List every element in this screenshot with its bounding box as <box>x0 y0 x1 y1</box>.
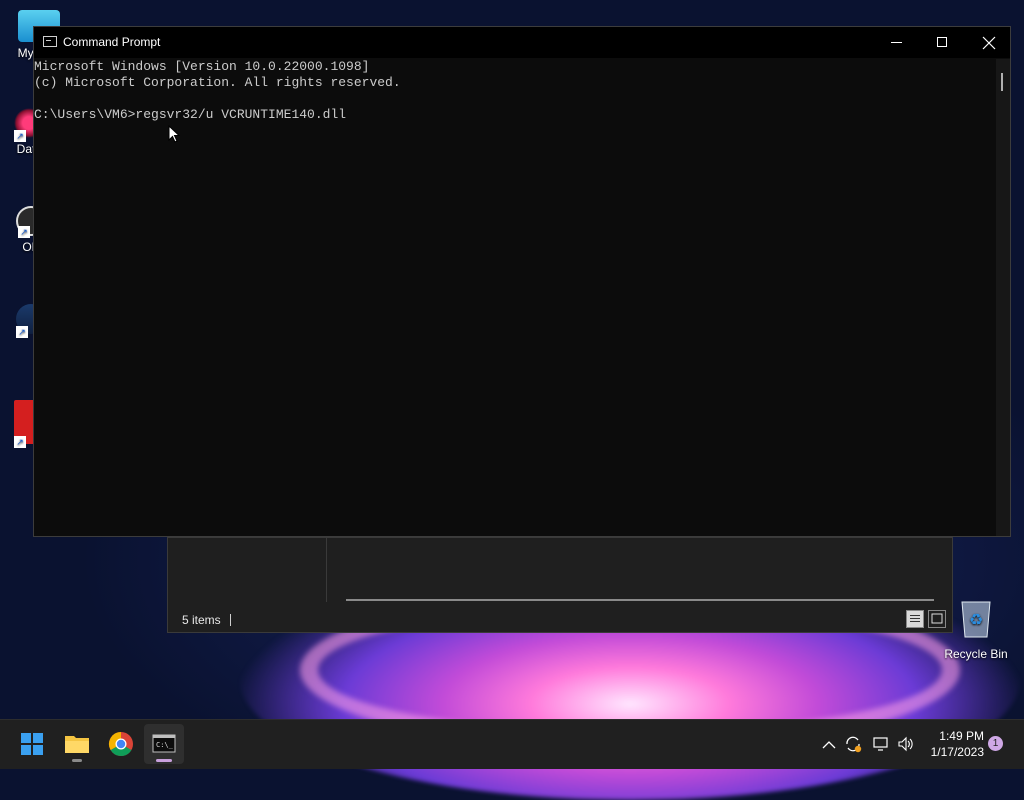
file-explorer-icon <box>65 736 89 753</box>
start-icon <box>21 733 43 755</box>
details-view-button[interactable] <box>906 610 924 628</box>
network-icon <box>873 737 888 751</box>
show-hidden-icons-button[interactable] <box>819 735 839 755</box>
clock-date: 1/17/2023 <box>930 745 984 759</box>
maximize-icon <box>937 37 947 47</box>
shortcut-arrow-icon: ↗ <box>16 326 28 338</box>
status-divider <box>230 614 231 626</box>
running-indicator <box>72 759 82 762</box>
taskbar-chrome[interactable] <box>101 724 141 764</box>
vertical-scrollbar[interactable] <box>996 59 1010 536</box>
shortcut-arrow-icon: ↗ <box>18 226 30 238</box>
title-bar[interactable]: Command Prompt <box>34 27 1010 58</box>
volume-icon <box>898 736 913 752</box>
command-prompt-icon <box>43 36 57 47</box>
shortcut-arrow-icon: ↗ <box>14 436 26 448</box>
sync-status-button[interactable] <box>843 735 863 755</box>
recycle-bin-label: Recycle Bin <box>944 647 1008 661</box>
recycle-bin-icon: ♻ <box>961 601 991 638</box>
window-title: Command Prompt <box>63 35 161 49</box>
taskbar-clock[interactable]: 1:49 PM 1/17/2023 <box>920 728 984 760</box>
horizontal-scrollbar[interactable] <box>346 599 934 601</box>
volume-button[interactable] <box>896 735 916 755</box>
active-indicator <box>156 759 172 762</box>
close-icon <box>982 36 996 50</box>
navigation-pane[interactable] <box>168 538 327 602</box>
chrome-icon <box>108 732 133 757</box>
svg-text:C:\_: C:\_ <box>156 741 174 749</box>
sync-icon <box>846 736 862 753</box>
network-button[interactable] <box>871 735 891 755</box>
mouse-pointer-icon <box>168 125 180 143</box>
command-input-line[interactable]: C:\Users\VM6>regsvr32/u VCRUNTIME140.dll <box>34 107 994 123</box>
console-line: (c) Microsoft Corporation. All rights re… <box>34 75 401 90</box>
maximize-button[interactable] <box>920 27 966 58</box>
chevron-up-icon <box>822 741 836 749</box>
close-button[interactable] <box>966 27 1012 58</box>
status-item-count: 5 items <box>182 613 221 627</box>
svg-text:♻: ♻ <box>969 610 983 629</box>
taskbar: C:\_ 1:49 PM 1/17/2023 <box>0 719 1024 769</box>
console-line: Microsoft Windows [Version 10.0.22000.10… <box>34 59 370 74</box>
taskbar-file-explorer[interactable] <box>57 724 97 764</box>
scrollbar-thumb[interactable] <box>1001 73 1003 91</box>
minimize-icon <box>891 42 902 43</box>
shortcut-arrow-icon: ↗ <box>14 130 26 142</box>
start-button[interactable] <box>12 724 52 764</box>
desktop-icon-recycle-bin[interactable]: ♻ Recycle Bin <box>940 598 1012 661</box>
notification-badge[interactable]: 1 <box>988 736 1003 751</box>
file-explorer-window[interactable]: 5 items <box>167 537 953 633</box>
details-view-icon <box>910 615 920 622</box>
clock-time: 1:49 PM <box>939 729 984 743</box>
minimize-button[interactable] <box>874 27 920 58</box>
taskbar-command-prompt[interactable]: C:\_ <box>144 724 184 764</box>
command-prompt-window[interactable]: Command Prompt Microsoft Windows [Versio… <box>33 26 1011 537</box>
command-prompt-icon: C:\_ <box>152 734 176 753</box>
